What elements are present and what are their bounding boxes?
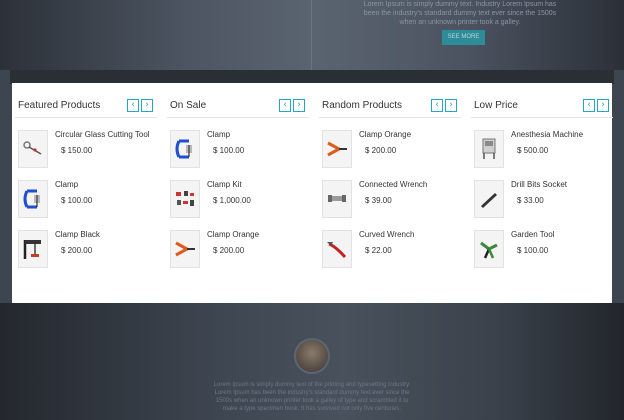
product-name[interactable]: Clamp Black	[55, 230, 100, 239]
product-price: $ 200.00	[365, 146, 397, 155]
chevron-right-icon[interactable]: ›	[597, 99, 609, 112]
chevron-right-icon[interactable]: ›	[293, 99, 305, 112]
hero-divider	[311, 0, 312, 70]
product-name[interactable]: Curved Wrench	[359, 230, 414, 239]
testimonial-text: Lorem Ipsum is simply dummy text of the …	[213, 382, 411, 412]
glass-cutter-icon[interactable]	[18, 130, 48, 168]
product-item[interactable]: Circular Glass Cutting Tool $ 150.00	[18, 130, 158, 170]
product-item[interactable]: Clamp Orange $ 200.00	[322, 130, 462, 170]
product-name[interactable]: Garden Tool	[511, 230, 554, 239]
product-name[interactable]: Clamp	[55, 180, 78, 189]
panel-backdrop	[10, 70, 614, 84]
avatar	[294, 338, 330, 374]
product-price: $ 100.00	[213, 146, 245, 155]
product-price: $ 100.00	[61, 196, 93, 205]
random-products-column: Random Products ‹ › Clamp Orange $ 200.0…	[319, 83, 461, 303]
clamp-kit-icon[interactable]	[170, 180, 200, 218]
orange-clamp-icon[interactable]	[322, 130, 352, 168]
product-item[interactable]: Curved Wrench $ 22.00	[322, 230, 462, 270]
column-header: On Sale ‹ ›	[167, 98, 309, 118]
see-more-button[interactable]: SEE MORE	[442, 30, 485, 45]
testimonial-section: Lorem Ipsum is simply dummy text of the …	[0, 303, 624, 420]
hero-text: Lorem Ipsum is simply dummy text. Indust…	[363, 1, 557, 26]
product-item[interactable]: Anesthesia Machine $ 500.00	[474, 130, 614, 170]
column-title: Random Products	[322, 100, 403, 111]
product-price: $ 500.00	[517, 146, 549, 155]
curved-wrench-icon[interactable]	[322, 230, 352, 268]
hero-banner: Lorem Ipsum is simply dummy text. Indust…	[0, 0, 624, 70]
clamp-icon[interactable]	[170, 130, 200, 168]
product-price: $ 33.00	[517, 196, 544, 205]
chevron-right-icon[interactable]: ›	[141, 99, 153, 112]
column-title: On Sale	[170, 100, 207, 111]
chevron-left-icon[interactable]: ‹	[127, 99, 139, 112]
column-header: Random Products ‹ ›	[319, 98, 461, 118]
column-title: Low Price	[474, 100, 518, 111]
product-lists-panel: Featured Products ‹ › Circular Glass Cut…	[12, 83, 613, 303]
product-name[interactable]: Clamp Orange	[207, 230, 259, 239]
product-item[interactable]: Clamp Black $ 200.00	[18, 230, 158, 270]
product-item[interactable]: Clamp Orange $ 200.00	[170, 230, 310, 270]
wrench-icon[interactable]	[322, 180, 352, 218]
product-item[interactable]: Garden Tool $ 100.00	[474, 230, 614, 270]
low-price-column: Low Price ‹ › Anesthesia Machine $ 500.0…	[471, 83, 613, 303]
pruner-icon[interactable]	[474, 230, 504, 268]
column-title: Featured Products	[18, 100, 101, 111]
product-name[interactable]: Anesthesia Machine	[511, 130, 583, 139]
product-name[interactable]: Drill Bits Socket	[511, 180, 567, 189]
product-price: $ 200.00	[61, 246, 93, 255]
product-price: $ 22.00	[365, 246, 392, 255]
product-price: $ 200.00	[213, 246, 245, 255]
product-price: $ 1,000.00	[213, 196, 251, 205]
product-price: $ 150.00	[61, 146, 93, 155]
product-item[interactable]: Clamp $ 100.00	[170, 130, 310, 170]
product-item[interactable]: Clamp $ 100.00	[18, 180, 158, 220]
chevron-left-icon[interactable]: ‹	[279, 99, 291, 112]
chevron-left-icon[interactable]: ‹	[583, 99, 595, 112]
product-price: $ 100.00	[517, 246, 549, 255]
product-name[interactable]: Circular Glass Cutting Tool	[55, 130, 150, 139]
drill-bit-icon[interactable]	[474, 180, 504, 218]
product-name[interactable]: Clamp	[207, 130, 230, 139]
product-item[interactable]: Clamp Kit $ 1,000.00	[170, 180, 310, 220]
clamp-icon[interactable]	[18, 180, 48, 218]
column-header: Low Price ‹ ›	[471, 98, 613, 118]
on-sale-column: On Sale ‹ › Clamp $ 100.00 Clamp Kit $ 1…	[167, 83, 309, 303]
product-name[interactable]: Clamp Kit	[207, 180, 242, 189]
product-name[interactable]: Connected Wrench	[359, 180, 427, 189]
machine-icon[interactable]	[474, 130, 504, 168]
column-header: Featured Products ‹ ›	[15, 98, 157, 118]
bar-clamp-icon[interactable]	[18, 230, 48, 268]
featured-products-column: Featured Products ‹ › Circular Glass Cut…	[15, 83, 157, 303]
chevron-left-icon[interactable]: ‹	[431, 99, 443, 112]
orange-clamp-icon[interactable]	[170, 230, 200, 268]
chevron-right-icon[interactable]: ›	[445, 99, 457, 112]
product-price: $ 39.00	[365, 196, 392, 205]
product-item[interactable]: Drill Bits Socket $ 33.00	[474, 180, 614, 220]
product-item[interactable]: Connected Wrench $ 39.00	[322, 180, 462, 220]
product-name[interactable]: Clamp Orange	[359, 130, 411, 139]
